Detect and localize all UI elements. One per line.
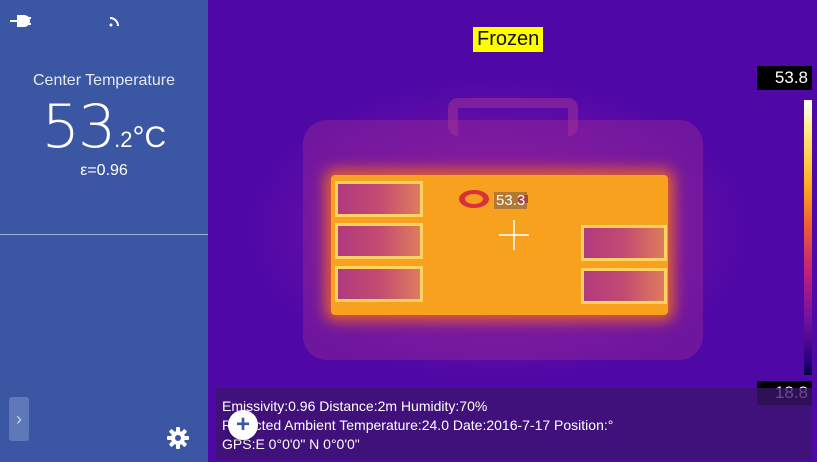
color-scale-bar: [804, 100, 812, 375]
temperature-decimal: .2: [114, 127, 133, 152]
sidebar: Center Temperature 53.2°C ε=0.96 ›: [0, 0, 208, 462]
thermal-image-view[interactable]: 53.3 Frozen 53.8 18.8 Emissivity:0.96 Di…: [208, 0, 817, 462]
left-panel-bottom: [335, 266, 423, 302]
left-panel-top: [335, 181, 423, 217]
add-button[interactable]: +: [228, 410, 258, 440]
frozen-badge: Frozen: [473, 27, 544, 52]
center-temperature-label: Center Temperature: [33, 72, 175, 89]
plug-icon: [10, 15, 31, 27]
measurement-info-panel: Emissivity:0.96 Distance:2m Humidity:70%…: [216, 388, 812, 460]
expand-panel-button[interactable]: ›: [9, 397, 29, 441]
spot-temperature-label: 53.3: [494, 192, 528, 209]
info-line-2: Reflected Ambient Temperature:24.0 Date:…: [222, 417, 614, 433]
right-panel-bottom: [581, 268, 667, 304]
info-line-1: Emissivity:0.96 Distance:2m Humidity:70%: [222, 398, 488, 414]
status-row: [10, 12, 200, 32]
wifi-icon: [109, 17, 119, 27]
left-panel-middle: [335, 223, 423, 259]
temperature-integer: 53: [41, 92, 116, 162]
scale-max-value: 53.8: [757, 66, 812, 90]
gear-icon[interactable]: [166, 426, 190, 450]
sidebar-divider: [0, 234, 208, 235]
center-temperature-readout: 53.2°C: [0, 92, 208, 162]
case-handle: [448, 98, 578, 136]
right-panel-top: [581, 225, 667, 261]
emissivity-readout: ε=0.96: [80, 162, 128, 179]
temperature-unit: °C: [132, 121, 167, 154]
crosshair-icon: [499, 220, 529, 250]
chevron-right-icon: ›: [16, 409, 22, 429]
